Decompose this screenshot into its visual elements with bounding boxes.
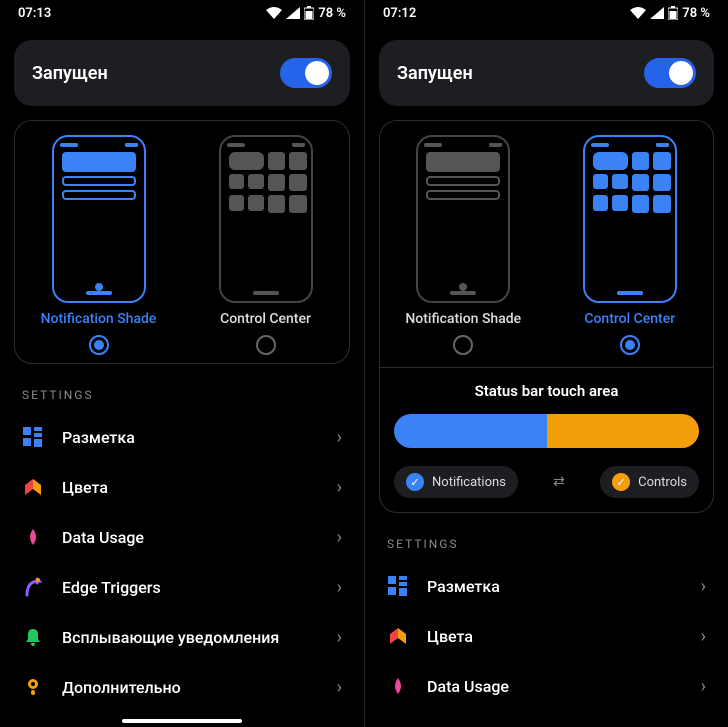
touch-bar-controls [547, 414, 700, 448]
chevron-right-icon: › [701, 626, 706, 647]
option-control-center[interactable]: Control Center [547, 135, 714, 355]
chevron-right-icon: › [337, 677, 342, 698]
status-time: 07:13 [18, 6, 51, 21]
screenshot-right: 07:12 78 % Запущен [364, 0, 728, 727]
extras-icon [22, 676, 44, 698]
legend-label: Notifications [432, 475, 506, 490]
chevron-right-icon: › [337, 627, 342, 648]
option-control-center[interactable]: Control Center [182, 135, 349, 355]
settings-list: Разметка › Цвета › Data Usage › Edge Tri… [0, 412, 364, 712]
status-bar: 07:13 78 % [0, 0, 364, 26]
colors-icon [387, 625, 409, 647]
bell-icon [22, 626, 44, 648]
chevron-right-icon: › [337, 577, 342, 598]
style-chooser: Notification Shade Control Center [379, 120, 714, 513]
settings-item-edge-triggers[interactable]: Edge Triggers › [0, 562, 364, 612]
settings-item-data-usage[interactable]: Data Usage › [0, 512, 364, 562]
preview-notification-shade [416, 135, 510, 303]
legend-notifications[interactable]: ✓ Notifications [394, 466, 518, 498]
radio-icon [620, 335, 640, 355]
settings-item-layout[interactable]: Разметка › [0, 412, 364, 462]
option-label: Notification Shade [41, 311, 157, 327]
settings-item-extras[interactable]: Дополнительно › [0, 662, 364, 712]
touch-area-section: Status bar touch area ✓ Notifications ⇄ … [380, 367, 713, 504]
radio-icon [89, 335, 109, 355]
layout-icon [387, 575, 409, 597]
status-battery: 78 % [682, 6, 710, 21]
item-label: Разметка [62, 428, 319, 447]
swap-icon[interactable]: ⇄ [553, 474, 565, 490]
radio-icon [256, 335, 276, 355]
check-icon: ✓ [406, 473, 424, 491]
legend-label: Controls [638, 475, 687, 490]
settings-item-colors[interactable]: Цвета › [365, 611, 728, 661]
chevron-right-icon: › [337, 527, 342, 548]
touch-bar-notifications [394, 414, 547, 448]
running-card: Запущен [14, 40, 350, 106]
item-label: Всплывающие уведомления [62, 628, 319, 647]
settings-item-heads-up[interactable]: Всплывающие уведомления › [0, 612, 364, 662]
edge-triggers-icon [22, 576, 44, 598]
preview-control-center [219, 135, 313, 303]
item-label: Data Usage [62, 528, 319, 547]
chevron-right-icon: › [701, 676, 706, 697]
settings-item-data-usage[interactable]: Data Usage › [365, 661, 728, 711]
wifi-icon [630, 7, 646, 19]
data-usage-icon [387, 675, 409, 697]
chevron-right-icon: › [337, 427, 342, 448]
style-chooser: Notification Shade Control Center [14, 120, 350, 364]
option-notification-shade[interactable]: Notification Shade [15, 135, 182, 355]
data-usage-icon [22, 526, 44, 548]
running-toggle[interactable] [280, 58, 332, 88]
status-right: 78 % [630, 6, 710, 21]
status-right: 78 % [266, 6, 346, 21]
item-label: Edge Triggers [62, 578, 319, 597]
preview-notification-shade [52, 135, 146, 303]
item-label: Разметка [427, 577, 683, 596]
running-label: Запущен [397, 63, 473, 84]
layout-icon [22, 426, 44, 448]
option-label: Control Center [584, 311, 675, 327]
battery-icon [668, 6, 678, 20]
status-battery: 78 % [318, 6, 346, 21]
touch-area-title: Status bar touch area [394, 368, 699, 414]
screenshot-left: 07:13 78 % Запущен [0, 0, 364, 727]
running-card: Запущен [379, 40, 714, 106]
colors-icon [22, 476, 44, 498]
nav-bar-handle[interactable] [122, 719, 242, 723]
settings-item-layout[interactable]: Разметка › [365, 561, 728, 611]
running-label: Запущен [32, 63, 108, 84]
status-time: 07:12 [383, 6, 416, 21]
settings-list: Разметка › Цвета › Data Usage › [365, 561, 728, 711]
settings-heading: SETTINGS [365, 513, 728, 561]
preview-control-center [583, 135, 677, 303]
radio-icon [453, 335, 473, 355]
signal-icon [286, 7, 300, 19]
settings-item-colors[interactable]: Цвета › [0, 462, 364, 512]
item-label: Data Usage [427, 677, 683, 696]
item-label: Цвета [62, 478, 319, 497]
chevron-right-icon: › [701, 576, 706, 597]
running-toggle[interactable] [644, 58, 696, 88]
battery-icon [304, 6, 314, 20]
option-label: Notification Shade [405, 311, 521, 327]
item-label: Дополнительно [62, 678, 319, 697]
touch-area-slider[interactable] [394, 414, 699, 448]
status-bar: 07:12 78 % [365, 0, 728, 26]
option-label: Control Center [220, 311, 311, 327]
legend-controls[interactable]: ✓ Controls [600, 466, 699, 498]
wifi-icon [266, 7, 282, 19]
option-notification-shade[interactable]: Notification Shade [380, 135, 547, 355]
settings-heading: SETTINGS [0, 364, 364, 412]
check-icon: ✓ [612, 473, 630, 491]
signal-icon [650, 7, 664, 19]
chevron-right-icon: › [337, 477, 342, 498]
item-label: Цвета [427, 627, 683, 646]
